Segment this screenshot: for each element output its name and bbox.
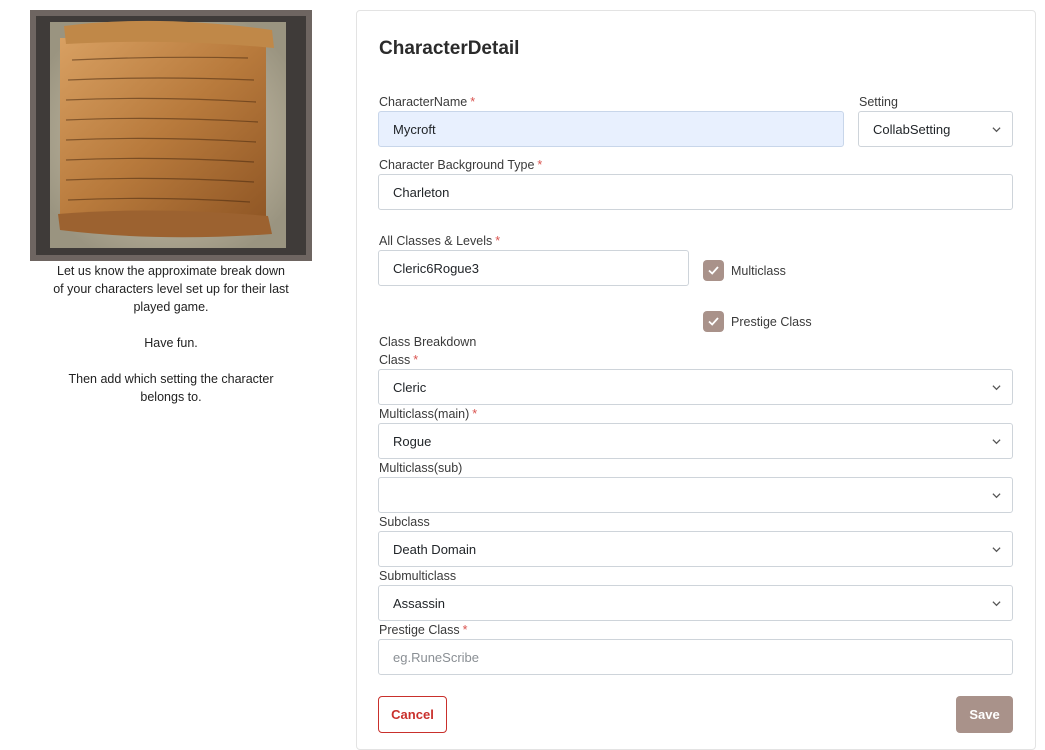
- multiclass-checkbox-row[interactable]: Multiclass: [703, 260, 786, 281]
- prestige-class-label: Prestige Class *: [379, 623, 468, 637]
- chevron-down-icon: [992, 385, 1001, 391]
- class-label: Class *: [379, 353, 419, 367]
- chevron-down-icon: [992, 547, 1001, 553]
- setting-value: CollabSetting: [873, 121, 951, 137]
- required-marker: *: [413, 353, 419, 367]
- scroll-image: [36, 16, 306, 255]
- required-marker: *: [537, 158, 543, 172]
- subclass-value: Death Domain: [393, 541, 477, 557]
- multiclass-sub-label: Multiclass(sub): [379, 461, 463, 475]
- chevron-down-icon: [992, 601, 1001, 607]
- multiclass-main-label: Multiclass(main) *: [379, 407, 478, 421]
- all-classes-input[interactable]: [378, 250, 689, 286]
- subclass-label: Subclass: [379, 515, 430, 529]
- save-button[interactable]: Save: [956, 696, 1013, 733]
- multiclass-checkbox-label: Multiclass: [731, 263, 786, 278]
- prestige-checkbox-label: Prestige Class: [731, 314, 812, 329]
- required-marker: *: [472, 407, 478, 421]
- prestige-checkbox-row[interactable]: Prestige Class: [703, 311, 812, 332]
- multiclass-main-value: Rogue: [393, 433, 432, 449]
- cancel-button[interactable]: Cancel: [378, 696, 447, 733]
- character-name-input[interactable]: [378, 111, 844, 147]
- chevron-down-icon: [992, 127, 1001, 133]
- setting-label: Setting: [859, 95, 898, 109]
- scroll-image-frame: [30, 10, 312, 261]
- character-name-label: CharacterName *: [379, 95, 476, 109]
- page-title: CharacterDetail: [379, 38, 520, 59]
- check-icon: [708, 317, 719, 326]
- check-icon: [708, 266, 719, 275]
- submulticlass-value: Assassin: [393, 595, 446, 611]
- multiclass-sub-select[interactable]: [378, 477, 1013, 513]
- multiclass-checkbox[interactable]: [703, 260, 724, 281]
- multiclass-main-select[interactable]: Rogue: [378, 423, 1013, 459]
- submulticlass-select[interactable]: Assassin: [378, 585, 1013, 621]
- class-select[interactable]: Cleric: [378, 369, 1013, 405]
- submulticlass-label: Submulticlass: [379, 569, 457, 583]
- chevron-down-icon: [992, 439, 1001, 445]
- all-classes-label: All Classes & Levels *: [379, 234, 501, 248]
- class-breakdown-heading: Class Breakdown: [379, 335, 477, 349]
- character-detail-card: CharacterDetail CharacterName* Setting C…: [356, 10, 1036, 750]
- class-value: Cleric: [393, 379, 427, 395]
- subclass-select[interactable]: Death Domain: [378, 531, 1013, 567]
- required-marker: *: [470, 95, 476, 109]
- help-paragraph: Then add which setting the character bel…: [68, 372, 274, 404]
- help-paragraph: Have fun.: [144, 336, 198, 350]
- prestige-class-input[interactable]: [378, 639, 1013, 675]
- prestige-class-checkbox[interactable]: [703, 311, 724, 332]
- help-paragraph: Let us know the approximate break down o…: [53, 264, 289, 314]
- chevron-down-icon: [992, 493, 1001, 499]
- required-marker: *: [495, 234, 501, 248]
- background-type-input[interactable]: [378, 174, 1013, 210]
- help-text: Let us know the approximate break down o…: [52, 262, 290, 406]
- background-type-label: Character Background Type *: [379, 158, 543, 172]
- parchment-scroll-icon: [50, 20, 286, 248]
- setting-select[interactable]: CollabSetting: [858, 111, 1013, 147]
- required-marker: *: [462, 623, 468, 637]
